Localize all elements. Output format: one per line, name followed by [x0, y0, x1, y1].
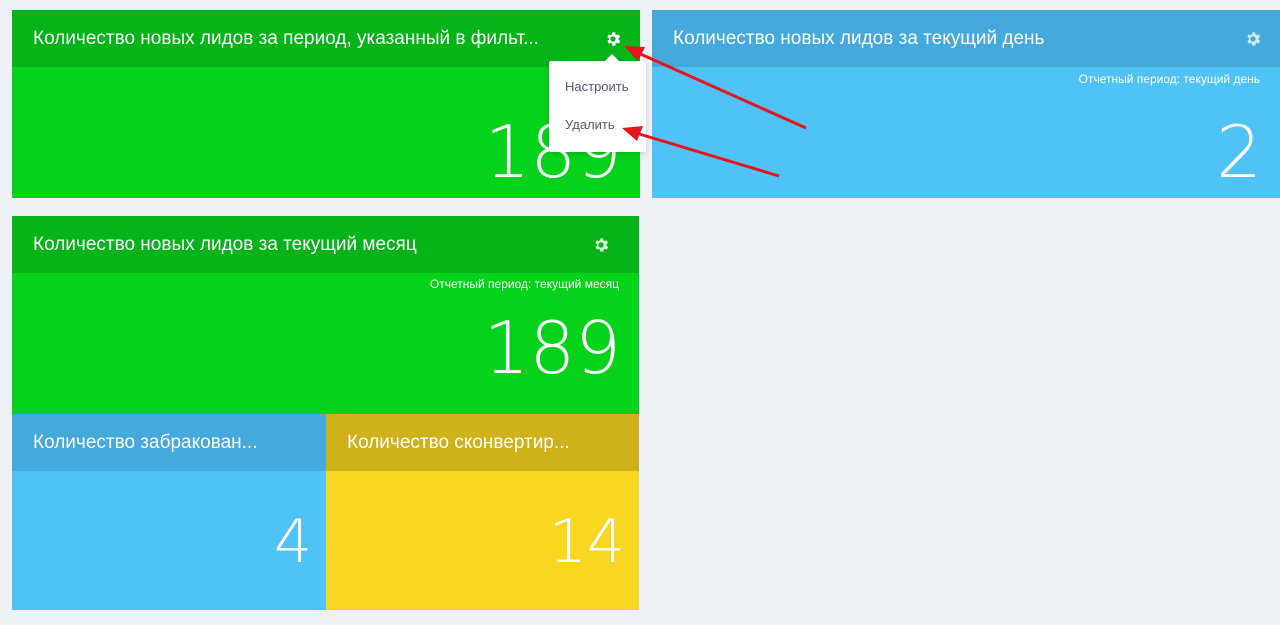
widget-new-leads-month: Количество новых лидов за текущий месяц …: [12, 216, 639, 414]
widget-header: Количество новых лидов за период, указан…: [12, 10, 640, 67]
gear-icon[interactable]: [604, 30, 622, 48]
gear-icon[interactable]: [1244, 30, 1262, 48]
widget-settings-menu: Настроить Удалить: [549, 54, 646, 152]
widget-value: 2: [1216, 110, 1262, 194]
widget-title: Количество новых лидов за текущий месяц: [33, 233, 417, 255]
reporting-period-label: Отчетный период: текущий месяц: [429, 277, 619, 291]
widget-title: Количество новых лидов за текущий день: [673, 27, 1045, 49]
widget-rejected-leads: Количество забракован... 4: [12, 414, 326, 610]
menu-item-delete[interactable]: Удалить: [565, 117, 615, 132]
widget-new-leads-period: Количество новых лидов за период, указан…: [12, 10, 640, 198]
menu-item-configure[interactable]: Настроить: [565, 79, 629, 94]
widget-new-leads-today: Количество новых лидов за текущий день О…: [652, 10, 1280, 198]
widget-title: Количество новых лидов за период, указан…: [33, 27, 539, 49]
gear-icon[interactable]: [592, 236, 610, 254]
widget-header: Количество забракован...: [12, 414, 326, 471]
widget-value: 4: [273, 507, 312, 577]
widget-value: 14: [548, 507, 625, 577]
widget-header: Количество новых лидов за текущий день: [652, 10, 1280, 67]
widget-title: Количество забракован...: [33, 431, 258, 453]
widget-converted-leads: Количество сконвертир... 14: [326, 414, 639, 610]
widget-header: Количество сконвертир...: [326, 414, 639, 471]
widget-header: Количество новых лидов за текущий месяц: [12, 216, 639, 273]
widget-value: 189: [483, 306, 621, 390]
reporting-period-label: Отчетный период: текущий день: [1078, 72, 1260, 86]
widget-title: Количество сконвертир...: [347, 431, 570, 453]
